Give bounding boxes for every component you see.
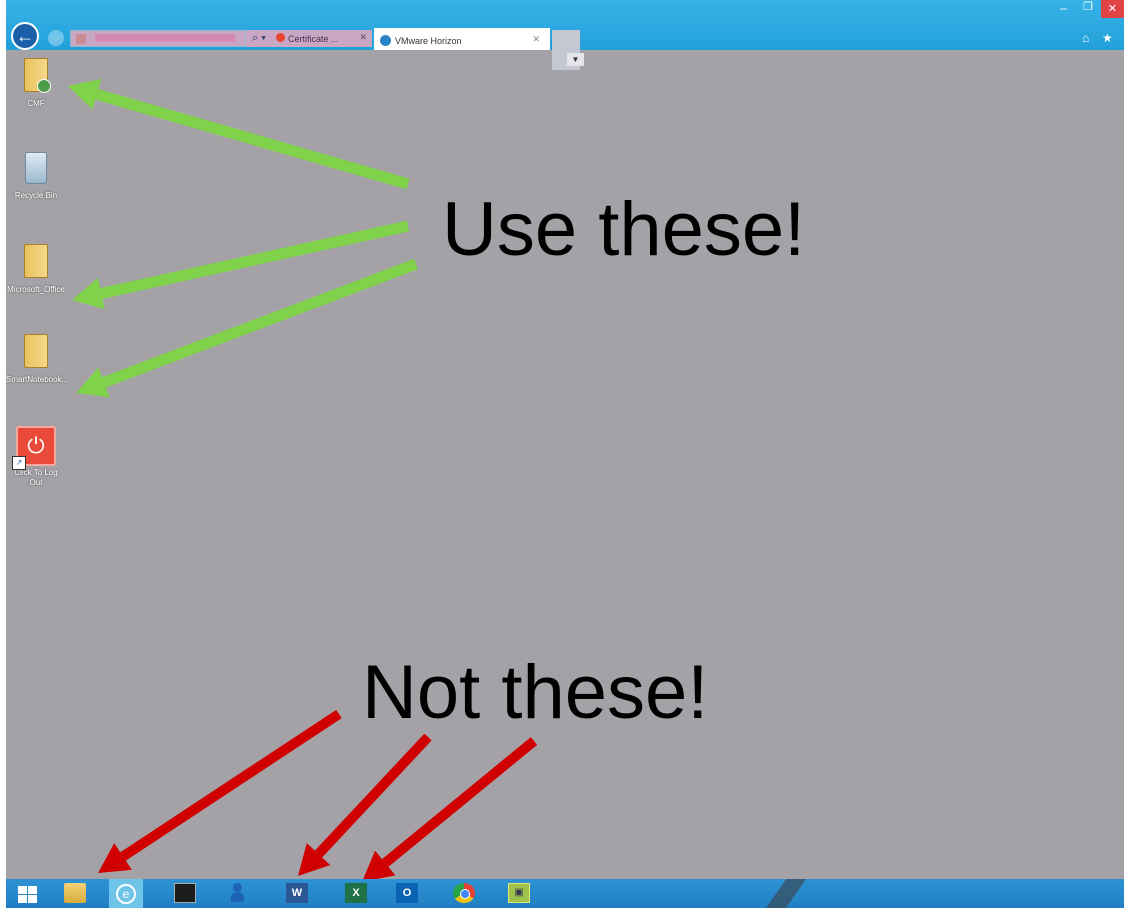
taskbar-decoration: [765, 879, 807, 908]
annotation-arrows: [68, 78, 538, 882]
taskbar: e W X O ▣: [6, 879, 1124, 908]
app-icon[interactable]: ▣: [508, 883, 530, 903]
ie-icon: e: [116, 884, 136, 904]
red-arrow-3: [362, 737, 538, 882]
annotation-not-these: Not these!: [362, 650, 709, 735]
green-arrow-2: [72, 220, 410, 310]
ie-taskbar-button[interactable]: e: [109, 879, 143, 908]
red-arrow-2: [298, 733, 432, 876]
annotation-use-these: Use these!: [442, 187, 806, 272]
excel-icon[interactable]: X: [345, 883, 367, 903]
green-arrow-1: [68, 78, 410, 190]
windows-logo-icon[interactable]: [16, 883, 38, 903]
word-icon[interactable]: W: [286, 883, 308, 903]
terminal-icon[interactable]: [174, 883, 196, 903]
red-arrow-1: [98, 709, 342, 873]
chrome-icon[interactable]: [453, 883, 475, 903]
user-icon[interactable]: [229, 883, 251, 903]
outlook-icon[interactable]: O: [396, 883, 418, 903]
remote-desktop-screen: ← → ⌕ ▾ Certificate ... ✕ VMware Horizon…: [6, 0, 1124, 908]
folder-icon[interactable]: [64, 883, 86, 903]
